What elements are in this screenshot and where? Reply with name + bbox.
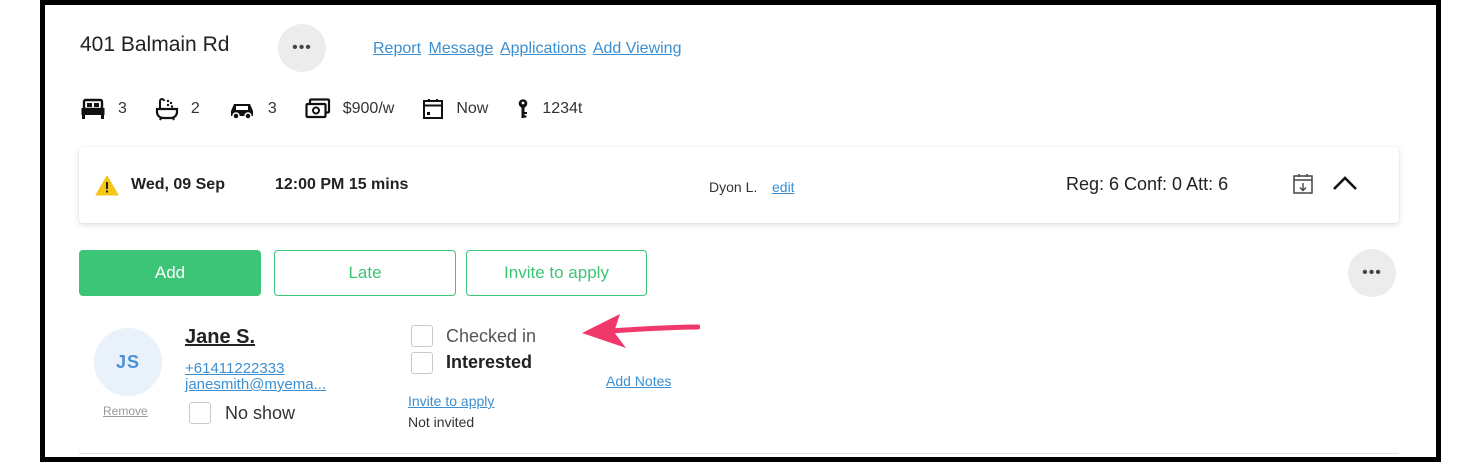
message-link[interactable]: Message: [428, 40, 493, 57]
remove-link[interactable]: Remove: [103, 404, 148, 418]
report-link[interactable]: Report: [373, 40, 421, 57]
late-button[interactable]: Late: [274, 250, 456, 296]
viewing-time: 12:00 PM 15 mins: [275, 176, 409, 193]
annotation-arrow-icon: [580, 305, 701, 360]
car-icon: [228, 99, 256, 119]
invite-to-apply-button[interactable]: Invite to apply: [466, 250, 647, 296]
calendar-icon: [422, 98, 444, 120]
row-divider: [79, 453, 1399, 454]
viewing-host: Dyon L.: [709, 179, 758, 195]
add-viewing-link[interactable]: Add Viewing: [593, 40, 682, 57]
viewing-card[interactable]: Wed, 09 Sep 12:00 PM 15 mins Dyon L. edi…: [79, 147, 1399, 223]
interested-label: Interested: [446, 352, 533, 372]
calendar-download-icon[interactable]: [1292, 173, 1314, 200]
no-show-checkbox[interactable]: [189, 402, 211, 424]
listing-panel: 401 Balmain Rd ••• Report Message Applic…: [40, 0, 1441, 462]
attendee-email[interactable]: janesmith@myema...: [185, 377, 326, 392]
bedrooms-count: 3: [118, 100, 127, 117]
chevron-up-icon[interactable]: [1332, 175, 1358, 196]
property-features: 3 2 3 $900/w Now 1234t: [80, 94, 610, 124]
attendee-more-button[interactable]: •••: [1348, 249, 1396, 297]
bed-icon: [80, 98, 106, 120]
no-show-label: No show: [225, 403, 296, 423]
bath-icon: [155, 97, 179, 121]
more-options-button[interactable]: •••: [278, 24, 326, 72]
warning-icon: [95, 175, 119, 201]
attendee-phone[interactable]: +61411222333: [185, 361, 284, 376]
bathrooms-count: 2: [190, 100, 200, 117]
attendance-stats: Reg: 6 Conf: 0 Att: 6: [1066, 174, 1229, 194]
applications-link[interactable]: Applications: [500, 40, 586, 57]
key-icon: [516, 98, 530, 120]
add-notes-link[interactable]: Add Notes: [606, 373, 671, 389]
invite-status: Not invited: [408, 414, 475, 430]
rent-value: $900/w: [342, 100, 395, 117]
property-address: 401 Balmain Rd: [80, 33, 230, 56]
viewing-date: Wed, 09 Sep: [131, 176, 225, 193]
invite-to-apply-link[interactable]: Invite to apply: [408, 393, 494, 409]
available-value: Now: [456, 100, 489, 117]
edit-host-link[interactable]: edit: [772, 179, 795, 195]
add-attendee-button[interactable]: Add: [79, 250, 261, 296]
checked-in-checkbox[interactable]: [411, 325, 433, 347]
interested-checkbox[interactable]: [411, 352, 433, 374]
avatar: JS: [94, 328, 162, 396]
parking-count: 3: [267, 100, 277, 117]
header-links: Report Message Applications Add Viewing: [373, 40, 684, 58]
key-code: 1234t: [542, 100, 583, 117]
money-icon: [305, 98, 331, 120]
attendee-name[interactable]: Jane S.: [185, 326, 255, 349]
checked-in-label: Checked in: [446, 326, 537, 346]
